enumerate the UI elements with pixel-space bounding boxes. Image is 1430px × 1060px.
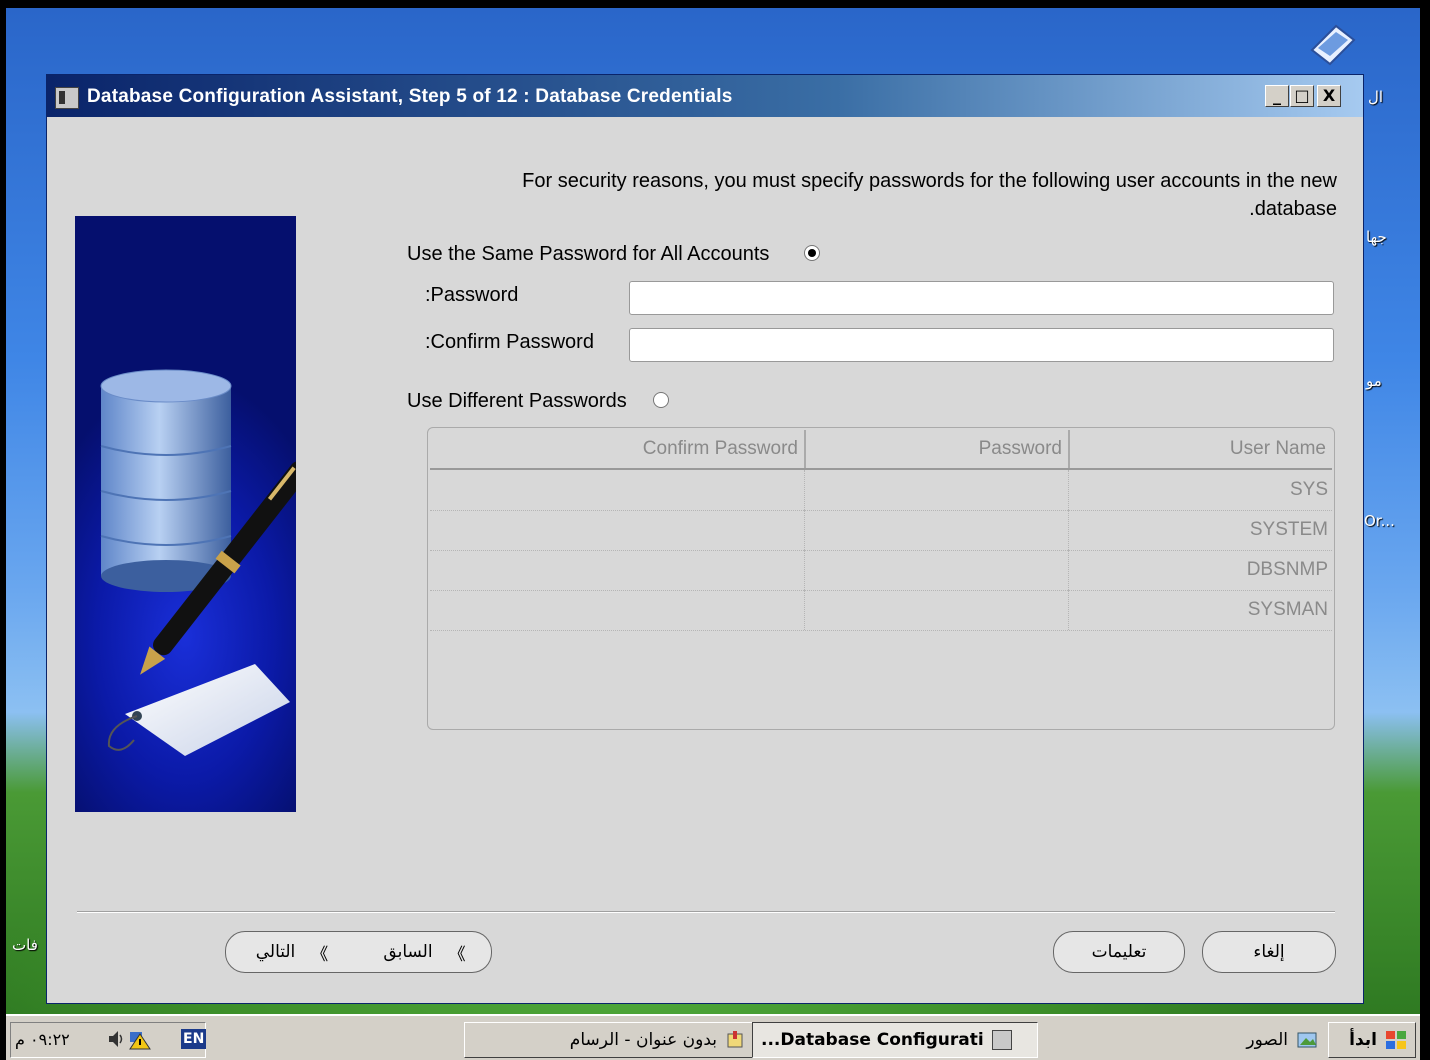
screen: ال جها مو Or... فات Database Configurati… <box>0 0 1430 1060</box>
volume-icon[interactable] <box>107 1029 125 1049</box>
taskbar: ٠٩:٢٢ م EN بدون عنوان - الرسام ...Databa… <box>6 1014 1420 1060</box>
different-passwords-label[interactable]: Use Different Passwords <box>407 390 627 413</box>
password-field[interactable] <box>629 281 1334 315</box>
dbca-task-icon <box>991 1030 1012 1050</box>
window-title: Database Configuration Assistant, Step 5… <box>87 86 733 107</box>
maximize-button[interactable]: □ <box>1290 85 1314 107</box>
minimize-button[interactable]: _ <box>1265 85 1289 107</box>
back-label: السابق <box>383 942 433 962</box>
confirm-password-field[interactable] <box>629 328 1334 362</box>
table-row[interactable]: SYSTEM <box>430 510 1332 551</box>
different-passwords-radio[interactable] <box>653 392 669 408</box>
desktop-label-1[interactable]: ال <box>1368 88 1383 106</box>
instruction-text: For security reasons, you must specify p… <box>417 167 1337 223</box>
back-button[interactable]: السابق 《 <box>358 931 492 973</box>
table-header: Confirm Password Password User Name <box>430 430 1332 470</box>
desktop-label-3[interactable]: مو <box>1366 372 1382 390</box>
confirm-password-label: :Confirm Password <box>425 331 594 353</box>
desktop-label-4[interactable]: Or... <box>1364 512 1395 530</box>
credentials-table: Confirm Password Password User Name SYS … <box>427 427 1335 730</box>
help-button[interactable]: تعليمات <box>1053 931 1185 973</box>
instruction-line-1: For security reasons, you must specify p… <box>522 170 1337 192</box>
table-row[interactable]: DBSNMP <box>430 550 1332 591</box>
cancel-button[interactable]: إلغاء <box>1202 931 1336 973</box>
dbca-task-label: ...Database Configurati <box>761 1030 984 1050</box>
table-row[interactable]: SYS <box>430 470 1332 511</box>
database-pen-icon <box>100 369 296 756</box>
network-warning-icon[interactable] <box>129 1028 151 1050</box>
same-password-label[interactable]: Use the Same Password for All Accounts <box>407 243 769 266</box>
language-indicator[interactable]: EN <box>181 1029 207 1049</box>
system-tray: ٠٩:٢٢ م EN <box>10 1022 207 1058</box>
clock[interactable]: ٠٩:٢٢ م <box>15 1030 70 1049</box>
user-cell: SYSTEM <box>1068 510 1332 550</box>
close-button[interactable]: X <box>1317 85 1341 107</box>
desktop-shortcut-icon[interactable] <box>1308 20 1356 66</box>
password-cell[interactable] <box>804 590 1068 630</box>
app-icon <box>55 87 79 109</box>
user-cell: SYS <box>1068 470 1332 510</box>
chevron-left-icon: 《 <box>448 944 466 965</box>
start-button[interactable]: ابدأ <box>1328 1022 1416 1058</box>
password-cell[interactable] <box>804 510 1068 550</box>
confirm-cell[interactable] <box>430 590 804 630</box>
same-password-radio[interactable] <box>804 245 820 261</box>
photos-icon <box>1296 1030 1318 1050</box>
quick-launch-photos[interactable]: الصور <box>1202 1022 1326 1058</box>
confirm-cell[interactable] <box>430 550 804 590</box>
screen-edge <box>1420 0 1430 1060</box>
column-password[interactable]: Password <box>804 430 1068 468</box>
password-cell[interactable] <box>804 470 1068 510</box>
chevron-left-icon: 《 <box>311 944 329 965</box>
start-label: ابدأ <box>1349 1030 1377 1050</box>
database-illustration <box>75 216 296 812</box>
instruction-line-2: .database <box>1249 198 1337 220</box>
paint-task-button[interactable]: بدون عنوان - الرسام <box>464 1022 754 1058</box>
column-user-name[interactable]: User Name <box>1068 430 1332 468</box>
password-label: :Password <box>425 284 519 306</box>
confirm-cell[interactable] <box>430 470 804 510</box>
next-button[interactable]: التالي 《 <box>225 931 359 973</box>
paint-icon <box>725 1030 745 1050</box>
user-cell: SYSMAN <box>1068 590 1332 630</box>
dbca-task-button[interactable]: ...Database Configurati <box>752 1022 1038 1058</box>
paint-task-label: بدون عنوان - الرسام <box>569 1030 717 1050</box>
table-row[interactable]: SYSMAN <box>430 590 1332 631</box>
desktop-label-5[interactable]: فات <box>12 936 38 954</box>
dbca-window: Database Configuration Assistant, Step 5… <box>46 74 1364 1004</box>
user-cell: DBSNMP <box>1068 550 1332 590</box>
confirm-cell[interactable] <box>430 510 804 550</box>
next-label: التالي <box>255 942 296 962</box>
column-confirm-password[interactable]: Confirm Password <box>430 430 804 468</box>
desktop-label-2[interactable]: جها <box>1366 228 1387 246</box>
title-bar[interactable]: Database Configuration Assistant, Step 5… <box>47 75 1363 117</box>
photos-label: الصور <box>1246 1030 1288 1050</box>
password-cell[interactable] <box>804 550 1068 590</box>
windows-logo-icon <box>1385 1030 1407 1050</box>
button-divider <box>77 911 1335 913</box>
